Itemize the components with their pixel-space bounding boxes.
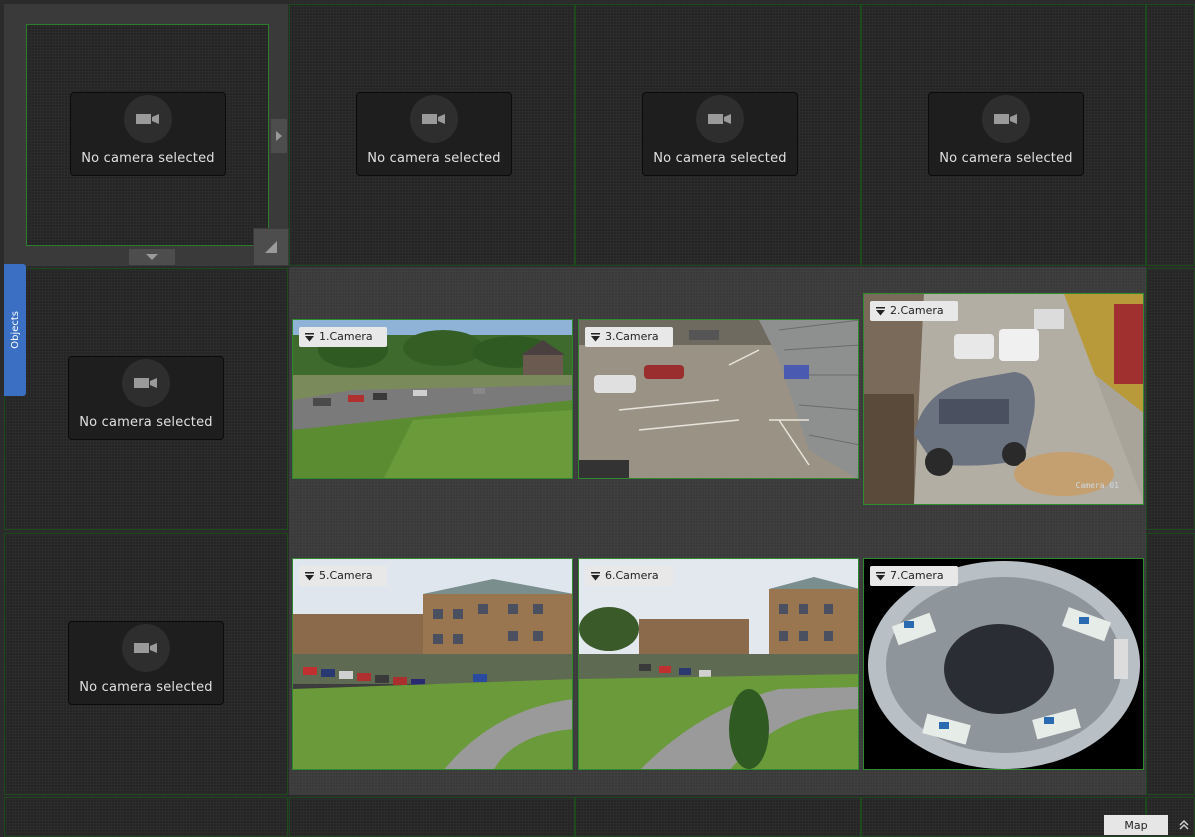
resize-corner-icon bbox=[265, 241, 277, 253]
no-camera-placeholder: No camera selected bbox=[928, 92, 1084, 176]
camera-label[interactable]: 1.Camera bbox=[299, 327, 387, 347]
camera-label[interactable]: 3.Camera bbox=[585, 327, 673, 347]
camera-feed-5[interactable]: 5.Camera bbox=[292, 558, 573, 770]
no-camera-placeholder: No camera selected bbox=[68, 356, 224, 440]
camera-label-text: 6.Camera bbox=[605, 569, 659, 582]
objects-panel-tab[interactable]: Objects bbox=[4, 264, 26, 396]
video-camera-icon bbox=[410, 95, 458, 143]
map-button-label: Map bbox=[1124, 818, 1148, 832]
camera-feed-7[interactable]: 7.Camera bbox=[863, 558, 1144, 770]
camera-cell-4[interactable]: No camera selected bbox=[861, 4, 1146, 266]
camera-feed-image bbox=[579, 559, 858, 769]
placeholder-text: No camera selected bbox=[939, 151, 1073, 166]
video-camera-icon bbox=[122, 624, 170, 672]
map-button[interactable]: Map bbox=[1104, 815, 1168, 835]
camera-feed-image bbox=[293, 559, 572, 769]
map-expand-button[interactable] bbox=[1174, 815, 1194, 835]
camera-label-text: 1.Camera bbox=[319, 330, 373, 343]
placeholder-text: No camera selected bbox=[79, 680, 213, 695]
triangle-right-icon bbox=[276, 131, 282, 141]
camera-cell-8[interactable]: No camera selected bbox=[4, 533, 288, 795]
placeholder-text: No camera selected bbox=[79, 415, 213, 430]
camera-label-text: 5.Camera bbox=[319, 569, 373, 582]
camera-label[interactable]: 6.Camera bbox=[585, 566, 673, 586]
camera-cell-11[interactable] bbox=[289, 797, 575, 837]
camera-overlay-text: Camera 01 bbox=[1075, 481, 1119, 490]
video-camera-icon bbox=[696, 95, 744, 143]
triangle-down-icon bbox=[876, 306, 885, 315]
camera-feed-6[interactable]: 6.Camera bbox=[578, 558, 859, 770]
camera-feed-2[interactable]: 2.Camera Camera 01 bbox=[863, 293, 1144, 505]
video-camera-icon bbox=[122, 359, 170, 407]
triangle-down-icon bbox=[876, 571, 885, 580]
video-camera-icon bbox=[982, 95, 1030, 143]
selected-cell-frame: No camera selected bbox=[4, 4, 289, 266]
camera-label-text: 3.Camera bbox=[605, 330, 659, 343]
no-camera-placeholder: No camera selected bbox=[356, 92, 512, 176]
camera-layout-grid: No camera selected No camera selected No… bbox=[0, 0, 1195, 837]
objects-tab-label: Objects bbox=[9, 311, 21, 349]
resize-corner-handle[interactable] bbox=[253, 228, 289, 266]
camera-cell-2[interactable]: No camera selected bbox=[289, 4, 575, 266]
placeholder-text: No camera selected bbox=[367, 151, 501, 166]
chevron-up-icon bbox=[1179, 819, 1189, 830]
camera-label[interactable]: 7.Camera bbox=[870, 566, 958, 586]
camera-cell-7[interactable] bbox=[1146, 268, 1195, 530]
camera-cell-1[interactable]: No camera selected bbox=[26, 24, 269, 246]
no-camera-placeholder: No camera selected bbox=[68, 621, 224, 705]
camera-feed-image bbox=[864, 559, 1143, 769]
camera-feed-1[interactable]: 1.Camera bbox=[292, 319, 573, 479]
camera-cell-5[interactable] bbox=[1146, 4, 1195, 266]
camera-label[interactable]: 5.Camera bbox=[299, 566, 387, 586]
camera-cell-12[interactable] bbox=[575, 797, 861, 837]
no-camera-placeholder: No camera selected bbox=[70, 92, 226, 176]
camera-label-text: 7.Camera bbox=[890, 569, 944, 582]
triangle-down-icon bbox=[591, 571, 600, 580]
triangle-down-icon bbox=[305, 332, 314, 341]
camera-label-text: 2.Camera bbox=[890, 304, 944, 317]
camera-feed-3[interactable]: 3.Camera bbox=[578, 319, 859, 479]
expand-right-handle[interactable] bbox=[270, 118, 288, 154]
camera-feed-image bbox=[864, 294, 1143, 504]
no-camera-placeholder: No camera selected bbox=[642, 92, 798, 176]
triangle-down-icon bbox=[305, 571, 314, 580]
expand-down-handle[interactable] bbox=[128, 248, 176, 266]
placeholder-text: No camera selected bbox=[81, 151, 215, 166]
placeholder-text: No camera selected bbox=[653, 151, 787, 166]
camera-cell-10[interactable] bbox=[4, 797, 288, 837]
camera-cell-3[interactable]: No camera selected bbox=[575, 4, 861, 266]
video-camera-icon bbox=[124, 95, 172, 143]
triangle-down-icon bbox=[146, 254, 158, 260]
triangle-down-icon bbox=[591, 332, 600, 341]
camera-cell-9[interactable] bbox=[1146, 533, 1195, 795]
camera-label[interactable]: 2.Camera bbox=[870, 301, 958, 321]
camera-cell-6[interactable]: No camera selected bbox=[4, 268, 288, 530]
